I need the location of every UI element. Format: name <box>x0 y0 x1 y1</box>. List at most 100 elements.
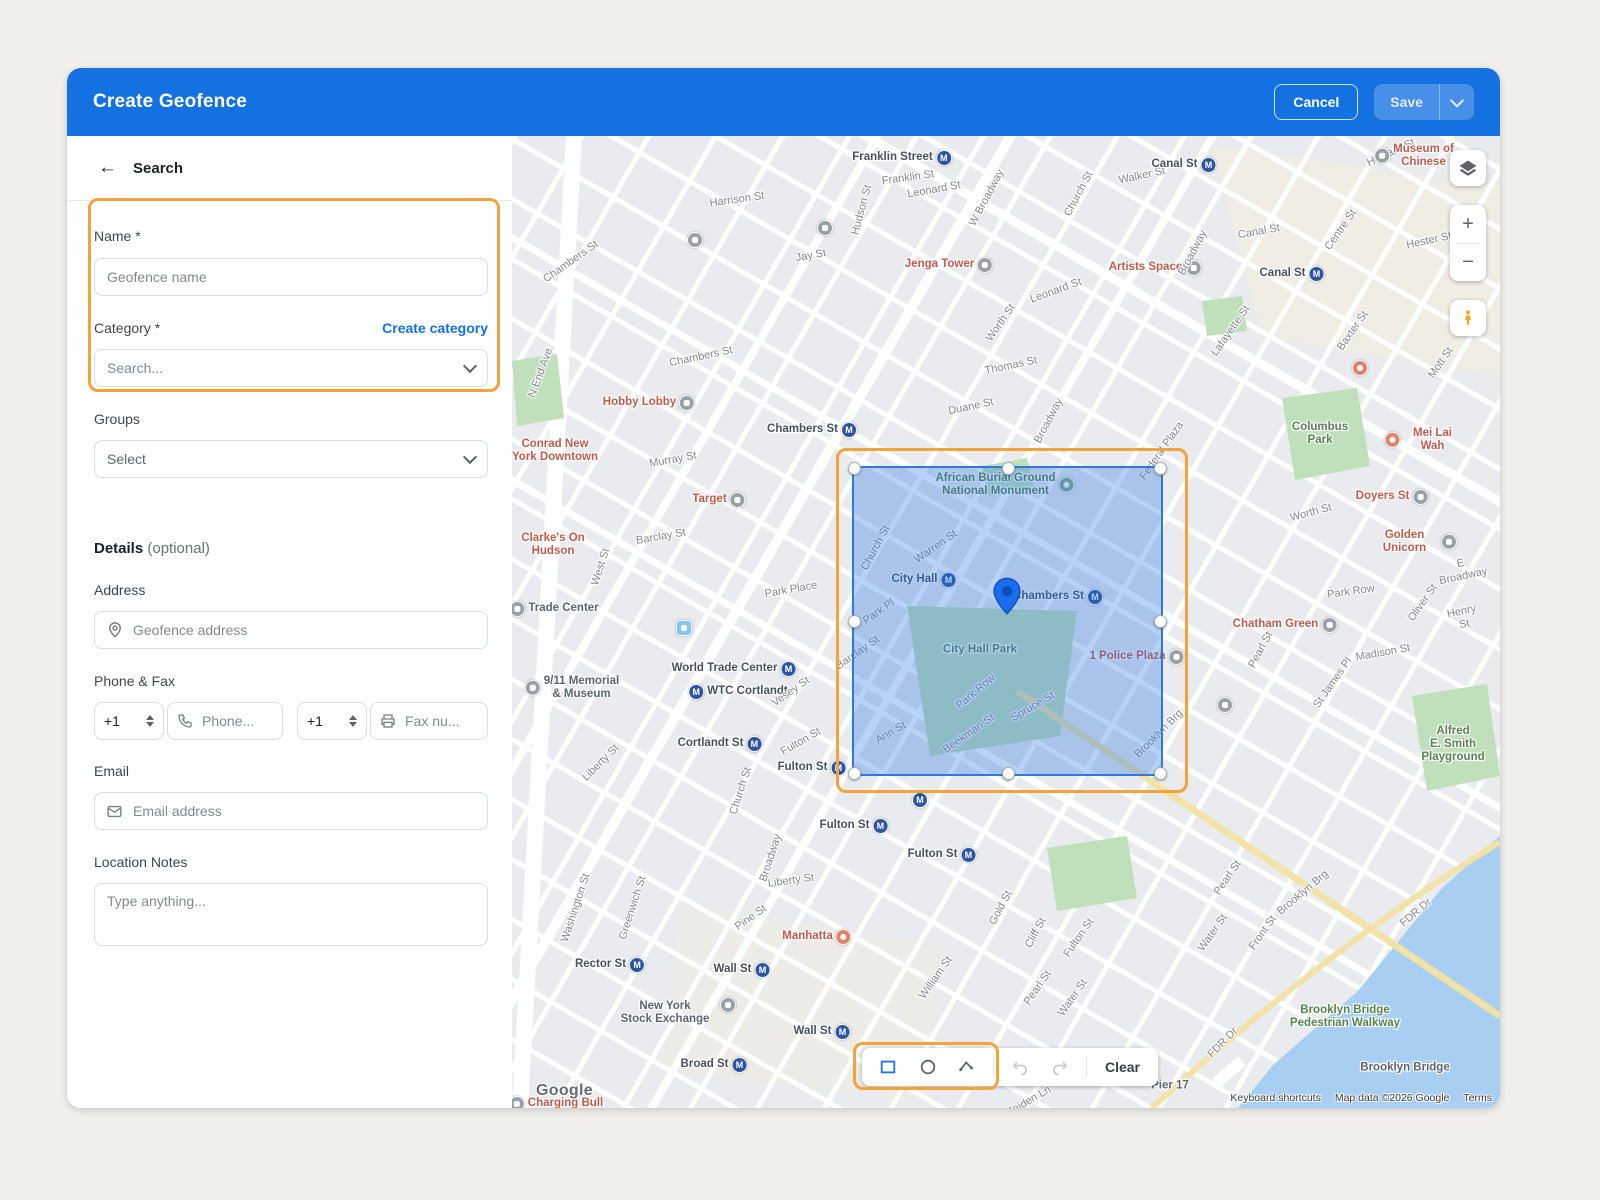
subway-icon: M <box>841 422 857 438</box>
groups-label: Groups <box>94 411 140 427</box>
geofence-name-input[interactable] <box>94 258 488 296</box>
map-label: William St <box>917 954 955 1001</box>
map-label: Front St <box>1247 913 1280 952</box>
map-label: Liberty St <box>767 872 815 891</box>
map-label: Hester St <box>1405 230 1452 252</box>
zoom-out-button[interactable]: − <box>1450 244 1486 281</box>
map-label <box>720 997 736 1013</box>
geofence-handle[interactable] <box>1154 767 1167 780</box>
map-label: Leonard St <box>906 179 961 201</box>
map-label: Artists Space <box>1109 260 1202 276</box>
draw-rectangle-tool[interactable] <box>868 1048 908 1086</box>
map-canvas[interactable]: Franklin StreetMFranklin StLeonard StHar… <box>512 136 1500 1108</box>
phone-country-select[interactable]: +1 <box>94 702 164 740</box>
create-category-link[interactable]: Create category <box>382 320 488 336</box>
geofence-handle[interactable] <box>1002 767 1015 780</box>
geofence-handle[interactable] <box>848 462 861 475</box>
map-zoom-control: + − <box>1450 205 1486 281</box>
geofence-handle[interactable] <box>1154 615 1167 628</box>
save-button-label: Save <box>1374 94 1439 110</box>
geofence-form-sidebar: ← Search Name * Category * Create catego… <box>67 136 512 1108</box>
create-geofence-window: Create Geofence Cancel Save ← Search Nam… <box>67 68 1500 1108</box>
map-data-attribution: Map data ©2026 Google <box>1335 1092 1450 1104</box>
map-label: Broad StM <box>681 1057 748 1073</box>
map-label: M <box>912 792 928 808</box>
map-label: Hobby Lobby <box>603 395 695 411</box>
zoom-in-button[interactable]: + <box>1450 206 1486 243</box>
circle-tool-icon <box>919 1058 937 1076</box>
stepper-icon <box>146 715 154 727</box>
map-label: New York Stock Exchange <box>621 1000 710 1026</box>
terms-link[interactable]: Terms <box>1463 1092 1492 1104</box>
map-label: Jenga Tower <box>905 257 993 273</box>
map-label: Harrison St <box>709 190 765 210</box>
fax-number-input[interactable] <box>370 702 488 740</box>
geofence-handle[interactable] <box>848 767 861 780</box>
geofence-address-input[interactable] <box>94 611 488 649</box>
keyboard-shortcuts-link[interactable]: Keyboard shortcuts <box>1230 1092 1320 1104</box>
subway-icon: M <box>731 1057 747 1073</box>
map-attribution: Keyboard shortcuts Map data ©2026 Google… <box>1230 1092 1492 1104</box>
map-label: Clarke's On Hudson <box>521 532 584 558</box>
map-label: MWTC Cortlandt <box>688 684 787 700</box>
map-label: Maiden Ln <box>1003 1084 1054 1108</box>
street-view-pegman-button[interactable] <box>1450 300 1486 336</box>
geofence-handle[interactable] <box>1002 462 1015 475</box>
map-label: World Trade CenterM <box>672 661 797 677</box>
map-label: Doyers St <box>1356 489 1429 505</box>
map-label: Brooklyn Bridge Pedestrian Walkway <box>1290 1004 1400 1030</box>
fax-country-select[interactable]: +1 <box>297 702 367 740</box>
lock-icon <box>730 492 746 508</box>
save-dropdown-toggle[interactable] <box>1440 97 1474 107</box>
map-label: St James Pl <box>1311 655 1355 710</box>
draw-polygon-tool[interactable] <box>948 1048 988 1086</box>
map-label: Worth St <box>984 302 1019 344</box>
map-label: Henry St <box>1442 602 1483 634</box>
category-select[interactable]: Search... <box>94 349 488 387</box>
search-back-label: Search <box>133 160 183 177</box>
redo-icon <box>1051 1058 1069 1076</box>
toolbar-divider <box>1086 1056 1087 1078</box>
map-label: Manhatta <box>782 929 851 945</box>
details-heading: Details (optional) <box>94 540 210 557</box>
map-layers-button[interactable] <box>1450 150 1486 186</box>
page-title: Create Geofence <box>93 91 247 113</box>
chevron-down-icon <box>463 359 477 373</box>
geofence-handle[interactable] <box>848 615 861 628</box>
draw-circle-tool[interactable] <box>908 1048 948 1086</box>
map-label: Broadway <box>1032 396 1066 445</box>
email-label: Email <box>94 763 129 779</box>
rectangle-tool-icon <box>879 1058 897 1076</box>
map-label: Hudson St <box>849 184 875 237</box>
cancel-button[interactable]: Cancel <box>1274 84 1358 120</box>
map-label: Fulton St <box>779 726 823 759</box>
geofence-rect[interactable] <box>852 466 1163 776</box>
map-label: Madison St <box>1355 642 1411 664</box>
map-label: Conrad New York Downtown <box>512 438 598 464</box>
save-button[interactable]: Save <box>1374 84 1474 120</box>
map-label <box>687 232 703 248</box>
back-arrow-icon: ← <box>98 157 117 179</box>
address-label: Address <box>94 582 145 598</box>
map-label: Chambers StM <box>767 422 857 438</box>
email-input[interactable] <box>94 792 488 830</box>
redo-button[interactable] <box>1040 1048 1080 1086</box>
back-to-search[interactable]: ← Search <box>67 136 512 201</box>
map-label: FDR Dr <box>1398 896 1435 930</box>
map-label: Pine St <box>733 903 769 934</box>
groups-select[interactable]: Select <box>94 440 488 478</box>
undo-button[interactable] <box>1000 1048 1040 1086</box>
dot-icon <box>1321 617 1337 633</box>
map-label: Museum of Chinese <box>1374 143 1454 169</box>
map-label: Broadway <box>757 833 784 883</box>
location-notes-textarea[interactable] <box>94 883 488 946</box>
chevron-down-icon <box>1450 94 1464 108</box>
map-label: Brooklyn Bridge <box>1360 1061 1449 1074</box>
map-label: Park Row <box>1327 582 1376 601</box>
subway-icon: M <box>834 1024 850 1040</box>
details-heading-text: Details <box>94 540 143 557</box>
phone-number-input[interactable] <box>167 702 283 740</box>
geofence-handle[interactable] <box>1154 462 1167 475</box>
header: Create Geofence Cancel Save <box>67 68 1500 136</box>
clear-button[interactable]: Clear <box>1093 1059 1152 1075</box>
